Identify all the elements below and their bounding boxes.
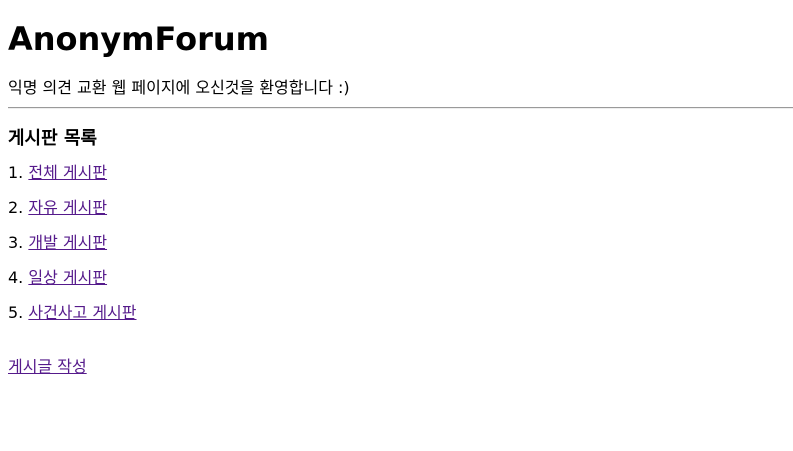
board-number: 1. bbox=[8, 163, 24, 182]
page: AnonymForum 익명 의견 교환 웹 페이지에 오신것을 환영합니다 :… bbox=[0, 20, 793, 378]
board-list-item: 2. 자유 게시판 bbox=[8, 197, 785, 219]
board-number: 2. bbox=[8, 198, 24, 217]
site-title: AnonymForum bbox=[8, 20, 269, 58]
board-list-heading: 게시판 목록 bbox=[8, 128, 98, 149]
board-number: 4. bbox=[8, 268, 24, 287]
board-link-all[interactable]: 전체 게시판 bbox=[28, 163, 107, 182]
divider bbox=[8, 107, 793, 109]
write-post-row: 게시글 작성 bbox=[8, 356, 785, 378]
board-list-item: 3. 개발 게시판 bbox=[8, 232, 785, 254]
board-link-dev[interactable]: 개발 게시판 bbox=[28, 233, 107, 252]
board-number: 5. bbox=[8, 303, 24, 322]
board-link-free[interactable]: 자유 게시판 bbox=[28, 198, 107, 217]
board-link-daily[interactable]: 일상 게시판 bbox=[28, 268, 107, 287]
board-link-incidents[interactable]: 사건사고 게시판 bbox=[28, 303, 136, 322]
board-list-item: 5. 사건사고 게시판 bbox=[8, 302, 785, 324]
write-post-link[interactable]: 게시글 작성 bbox=[8, 357, 87, 376]
board-list-item: 4. 일상 게시판 bbox=[8, 267, 785, 289]
board-number: 3. bbox=[8, 233, 24, 252]
board-list-item: 1. 전체 게시판 bbox=[8, 162, 785, 184]
welcome-message: 익명 의견 교환 웹 페이지에 오신것을 환영합니다 :) bbox=[8, 78, 350, 97]
